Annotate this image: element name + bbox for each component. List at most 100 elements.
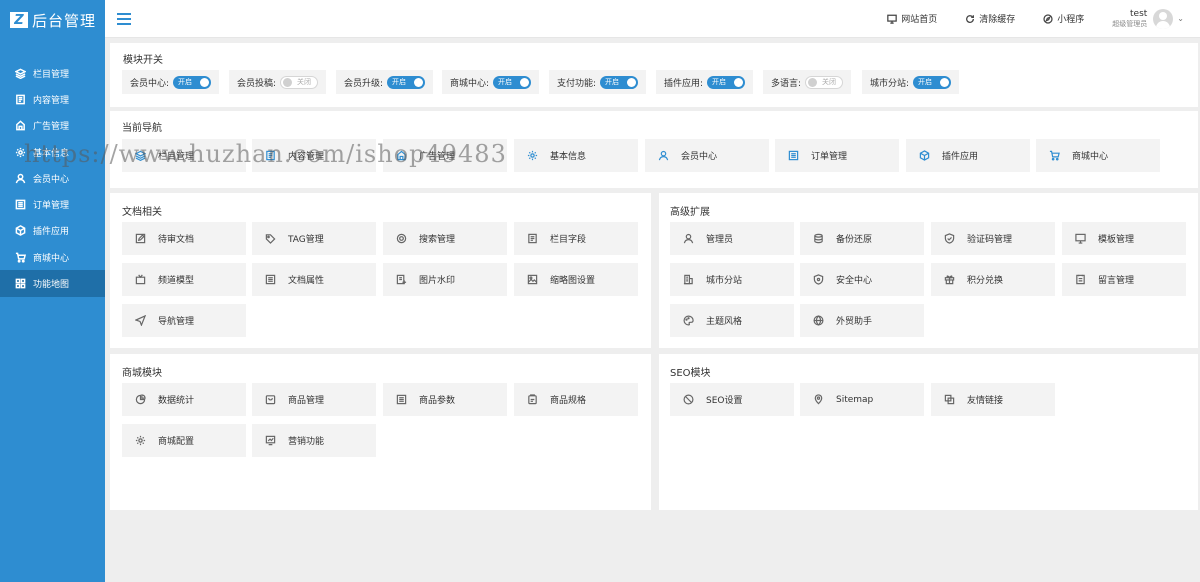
tile-label: 插件应用 [942, 152, 979, 162]
ad-icon [15, 120, 25, 131]
current-nav-tile[interactable]: 广告管理 [383, 139, 507, 172]
toggle-switch[interactable]: 关闭 [280, 75, 319, 89]
current-nav-tile[interactable]: 订单管理 [775, 139, 899, 172]
sidebar-item-1[interactable]: 内容管理 [0, 86, 105, 112]
list-icon [265, 274, 275, 285]
shop-title: 商城模块 [122, 368, 162, 379]
avatar[interactable] [1153, 8, 1174, 29]
layers-icon [134, 150, 146, 161]
seo-tile[interactable]: 友情链接 [931, 383, 1055, 416]
user-icon [658, 150, 668, 161]
toggle-switch[interactable]: 开启 [600, 75, 639, 89]
shop-tile[interactable]: 商品参数 [383, 383, 507, 416]
database-icon [813, 233, 823, 244]
sidebar-item-8[interactable]: 功能地图 [0, 270, 105, 297]
list-icon [15, 199, 25, 210]
current-nav-tile[interactable]: 基本信息 [514, 139, 638, 172]
site-home-label: 网站首页 [901, 15, 938, 25]
switch-label: 多语言: [771, 78, 802, 89]
edit-icon [135, 233, 145, 244]
advanced-tile[interactable]: 备份还原 [800, 222, 924, 255]
tile-label: 商城配置 [158, 437, 195, 447]
clipboard-icon [527, 394, 537, 405]
tile-label: 积分兑换 [967, 276, 1004, 286]
shop-tile[interactable]: 数据统计 [122, 383, 246, 416]
image-plus-icon [396, 274, 406, 285]
toggle-switch[interactable]: 关闭 [805, 75, 844, 89]
toggle-state: 开启 [498, 78, 513, 86]
current-nav-tile[interactable]: 插件应用 [906, 139, 1030, 172]
docs-tile[interactable]: 频道模型 [122, 263, 246, 296]
tile-label: 商城中心 [1072, 152, 1109, 162]
search-icon [396, 233, 406, 244]
sidebar-item-2[interactable]: 广告管理 [0, 113, 105, 139]
toggle-switch[interactable]: 开启 [387, 75, 426, 89]
toggle-state: 开启 [918, 78, 933, 86]
switch-label: 支付功能: [557, 78, 597, 89]
monitor-icon [1074, 233, 1086, 244]
logo[interactable]: Z 后台管理 [0, 0, 105, 40]
advanced-tile[interactable]: 管理员 [670, 222, 794, 255]
link-icon [944, 394, 954, 405]
list-icon [396, 394, 406, 405]
sidebar-item-5[interactable]: 订单管理 [0, 191, 105, 217]
seo-title: SEO模块 [670, 368, 711, 379]
message-icon [1075, 274, 1085, 285]
sidebar-item-0[interactable]: 栏目管理 [0, 60, 105, 86]
docs-tile[interactable]: 导航管理 [122, 304, 246, 337]
shop-tile[interactable]: 营销功能 [252, 424, 376, 457]
sidebar-item-6[interactable]: 插件应用 [0, 218, 105, 244]
advanced-tile[interactable]: 城市分站 [670, 263, 794, 296]
advanced-tile[interactable]: 主题风格 [670, 304, 794, 337]
building-icon [683, 274, 693, 285]
toggle-switch[interactable]: 开启 [493, 75, 532, 89]
docs-tile[interactable]: 图片水印 [383, 263, 507, 296]
docs-tile[interactable]: 文档属性 [252, 263, 376, 296]
sidebar-item-4[interactable]: 会员中心 [0, 165, 105, 191]
current-nav-tile[interactable]: 商城中心 [1036, 139, 1160, 172]
advanced-tile[interactable]: 安全中心 [800, 263, 924, 296]
shop-tile[interactable]: 商品管理 [252, 383, 376, 416]
docs-tile[interactable]: 缩略图设置 [514, 263, 638, 296]
user-menu[interactable]: test 超级管理员 ⌄ [1112, 8, 1184, 29]
tile-label: 搜索管理 [419, 235, 456, 245]
menu-toggle-icon[interactable] [117, 12, 131, 25]
toggle-switch[interactable]: 开启 [707, 75, 746, 89]
sidebar-menu: 栏目管理 内容管理 广告管理 基本信息 会员中心 订单管理 插件应用商城中心功能地图 [0, 60, 105, 297]
docs-tile[interactable]: 栏目字段 [514, 222, 638, 255]
advanced-title: 高级扩展 [670, 207, 710, 218]
shop-tile[interactable]: 商城配置 [122, 424, 246, 457]
module-switch-5: 插件应用: 开启 [656, 70, 754, 94]
advanced-tile[interactable]: 验证码管理 [931, 222, 1055, 255]
switch-label: 商城中心: [450, 78, 490, 89]
tile-label: SEO设置 [706, 396, 743, 406]
sidebar-item-label: 商城中心 [33, 253, 70, 264]
tile-label: 广告管理 [419, 152, 456, 162]
docs-tile[interactable]: 搜索管理 [383, 222, 507, 255]
chevron-down-icon[interactable]: ⌄ [1177, 14, 1184, 23]
ad-icon [396, 150, 406, 161]
seo-tile[interactable]: SEO设置 [670, 383, 794, 416]
clear-cache-link[interactable]: 清除缓存 [965, 12, 1015, 25]
advanced-tile[interactable]: 模板管理 [1062, 222, 1186, 255]
sidebar-item-3[interactable]: 基本信息 [0, 139, 105, 165]
toggle-switch[interactable]: 开启 [173, 75, 212, 89]
module-switch-7: 城市分站: 开启 [862, 70, 960, 94]
toggle-switch[interactable]: 开启 [913, 75, 952, 89]
cube-icon [15, 225, 25, 237]
docs-tile[interactable]: TAG管理 [252, 222, 376, 255]
shop-tile[interactable]: 商品规格 [514, 383, 638, 416]
advanced-tile[interactable]: 外贸助手 [800, 304, 924, 337]
docs-tile[interactable]: 待审文档 [122, 222, 246, 255]
mini-program-link[interactable]: 小程序 [1043, 12, 1084, 25]
advanced-tile[interactable]: 留言管理 [1062, 263, 1186, 296]
seo-tile[interactable]: Sitemap [800, 383, 924, 416]
current-nav-tile[interactable]: 栏目管理 [122, 139, 246, 172]
sidebar-item-7[interactable]: 商城中心 [0, 244, 105, 270]
site-home-link[interactable]: 网站首页 [887, 12, 937, 25]
advanced-tile[interactable]: 积分兑换 [931, 263, 1055, 296]
current-nav-tile[interactable]: 内容管理 [252, 139, 376, 172]
ban-icon [683, 394, 693, 405]
image-icon [527, 274, 537, 285]
current-nav-tile[interactable]: 会员中心 [645, 139, 769, 172]
